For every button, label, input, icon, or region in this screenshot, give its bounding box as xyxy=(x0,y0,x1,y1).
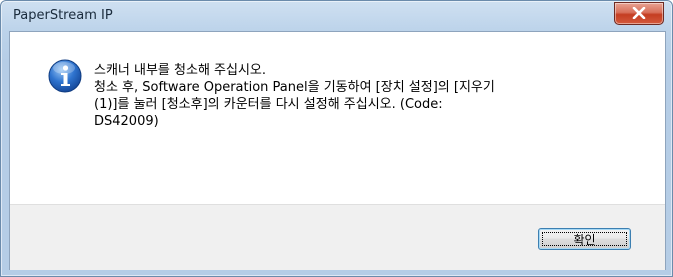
ok-button[interactable]: 확인 xyxy=(538,228,631,250)
message-line: (1)]를 눌러 [청소후]의 카운터를 다시 설정해 주십시오. (Code: xyxy=(94,97,443,112)
title-bar[interactable]: PaperStream IP xyxy=(1,1,672,31)
button-bar: 확인 xyxy=(10,204,665,270)
window-title: PaperStream IP xyxy=(13,8,113,23)
message-line: 스캐너 내부를 청소해 주십시오. xyxy=(94,63,267,78)
information-icon xyxy=(48,59,82,93)
message-line: 청소 후, Software Operation Panel을 기동하여 [장치… xyxy=(94,80,495,95)
message-line: DS42009) xyxy=(94,114,159,129)
ok-button-label: 확인 xyxy=(573,233,596,247)
close-button[interactable] xyxy=(614,2,664,25)
dialog-client-area: 스캐너 내부를 청소해 주십시오. 청소 후, Software Operati… xyxy=(9,31,666,270)
message-area: 스캐너 내부를 청소해 주십시오. 청소 후, Software Operati… xyxy=(10,32,665,204)
dialog-message: 스캐너 내부를 청소해 주십시오. 청소 후, Software Operati… xyxy=(94,62,654,130)
close-x-icon xyxy=(632,7,646,19)
dialog-window: PaperStream IP 스캐너 내부를 청소해 주십시오. 청소 후, S… xyxy=(0,0,673,277)
